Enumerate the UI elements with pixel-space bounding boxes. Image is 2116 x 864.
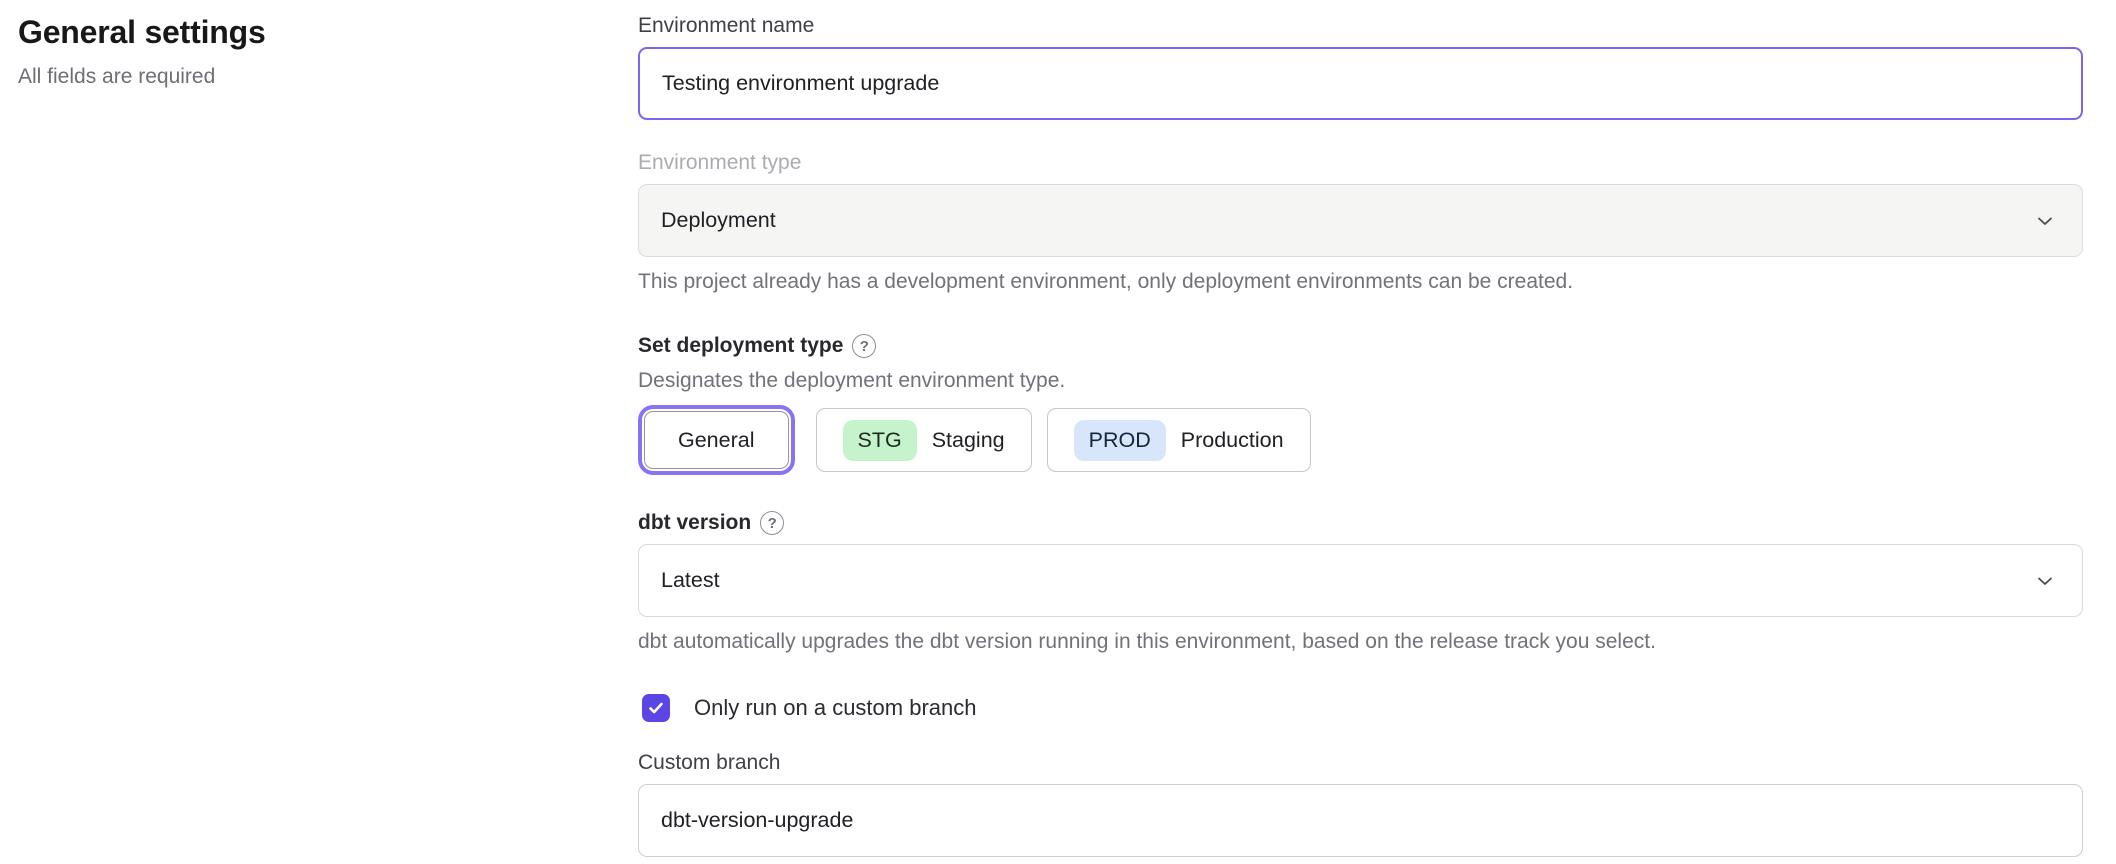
deployment-type-general-button[interactable]: General	[644, 411, 789, 469]
custom-branch-checkbox-row: Only run on a custom branch	[638, 694, 2083, 722]
page-header: General settings All fields are required	[18, 14, 578, 89]
environment-type-select[interactable]: Deployment	[638, 184, 2083, 257]
page-subtitle: All fields are required	[18, 65, 578, 89]
checkmark-icon	[647, 699, 665, 717]
deployment-type-description: Designates the deployment environment ty…	[638, 369, 2083, 393]
dbt-version-value: Latest	[661, 568, 720, 593]
custom-branch-checkbox[interactable]	[642, 694, 670, 722]
environment-settings-page: General settings All fields are required…	[0, 0, 2116, 864]
deployment-type-production-button[interactable]: PROD Production	[1047, 408, 1311, 472]
help-icon[interactable]: ?	[760, 511, 784, 535]
deployment-type-button-group: General STG Staging PROD Production	[638, 408, 2083, 472]
help-icon[interactable]: ?	[852, 334, 876, 358]
environment-type-helper: This project already has a development e…	[638, 269, 2083, 295]
deployment-type-label: Set deployment type ?	[638, 332, 2083, 360]
deployment-type-production-label: Production	[1181, 428, 1284, 453]
dbt-version-helper: dbt automatically upgrades the dbt versi…	[638, 629, 2083, 655]
dbt-version-label: dbt version ?	[638, 509, 2083, 537]
production-badge: PROD	[1074, 420, 1166, 461]
deployment-type-label-text: Set deployment type	[638, 332, 843, 360]
chevron-down-icon	[2034, 570, 2056, 592]
chevron-down-icon	[2034, 210, 2056, 232]
environment-type-value: Deployment	[661, 208, 776, 233]
dbt-version-select[interactable]: Latest	[638, 544, 2083, 617]
deployment-type-general-label: General	[678, 428, 755, 453]
deployment-type-staging-label: Staging	[932, 428, 1005, 453]
settings-form: Environment name Environment type Deploy…	[638, 12, 2083, 857]
custom-branch-checkbox-label[interactable]: Only run on a custom branch	[694, 695, 976, 721]
environment-type-label: Environment type	[638, 149, 2083, 177]
environment-name-label: Environment name	[638, 12, 2083, 40]
dbt-version-label-text: dbt version	[638, 509, 751, 537]
deployment-type-staging-button[interactable]: STG Staging	[816, 408, 1032, 472]
environment-name-input[interactable]	[638, 47, 2083, 120]
custom-branch-input[interactable]	[638, 784, 2083, 857]
staging-badge: STG	[843, 420, 917, 461]
custom-branch-label: Custom branch	[638, 749, 2083, 777]
page-title: General settings	[18, 14, 578, 51]
